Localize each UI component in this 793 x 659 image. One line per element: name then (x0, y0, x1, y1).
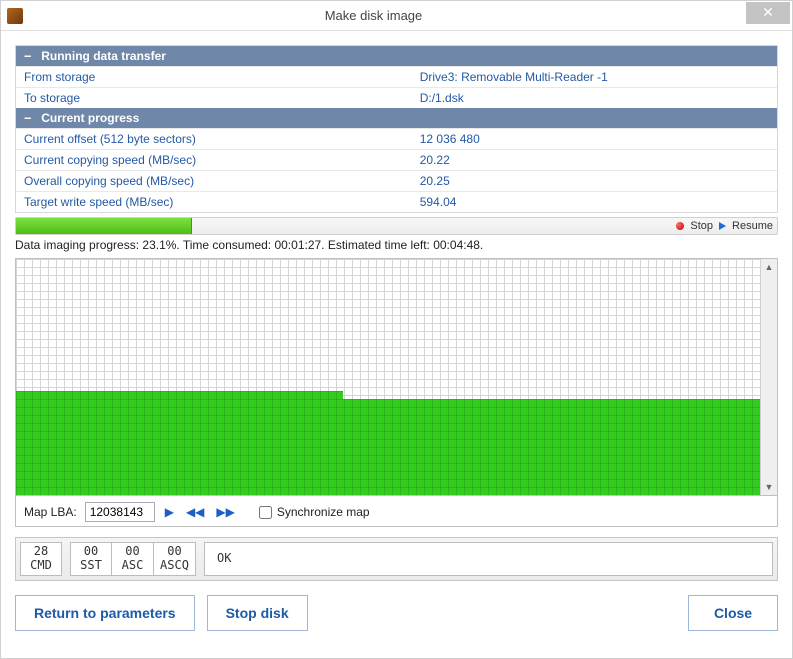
map-read-region (16, 399, 760, 495)
progress-bar: Stop Resume (15, 217, 778, 235)
from-storage-value: Drive3: Removable Multi-Reader -1 (412, 67, 777, 88)
overall-speed-label: Overall copying speed (MB/sec) (16, 171, 412, 192)
asc-label: ASC (116, 559, 149, 573)
stop-disk-button[interactable]: Stop disk (207, 595, 308, 631)
window-close-button[interactable]: ✕ (746, 2, 790, 24)
ascq-value: 00 (158, 545, 191, 559)
row-overall-speed: Overall copying speed (MB/sec) 20.25 (16, 171, 777, 192)
current-speed-label: Current copying speed (MB/sec) (16, 150, 412, 171)
asc-cell: 00 ASC (112, 542, 154, 576)
progress-fill (16, 218, 192, 234)
target-speed-label: Target write speed (MB/sec) (16, 192, 412, 213)
map-scrollbar[interactable]: ▲ ▼ (760, 259, 777, 495)
map-lba-input[interactable] (85, 502, 155, 522)
map-play-button[interactable]: ▶ (163, 505, 176, 519)
status-line: Data imaging progress: 23.1%. Time consu… (15, 238, 778, 252)
row-to-storage: To storage D:/1.dsk (16, 88, 777, 109)
scsi-status-row: 28 CMD 00 SST 00 ASC 00 ASCQ OK (15, 537, 778, 581)
row-current-speed: Current copying speed (MB/sec) 20.22 (16, 150, 777, 171)
map-forward-button[interactable]: ▶▶ (214, 505, 236, 519)
sector-map: ▲ ▼ (15, 258, 778, 496)
section-header-transfer[interactable]: − Running data transfer (16, 46, 777, 66)
map-rewind-button[interactable]: ◀◀ (184, 505, 206, 519)
transfer-table: From storage Drive3: Removable Multi-Rea… (16, 66, 777, 108)
scroll-up-icon[interactable]: ▲ (761, 259, 777, 275)
ascq-cell: 00 ASCQ (154, 542, 196, 576)
info-panel: − Running data transfer From storage Dri… (15, 45, 778, 213)
cmd-label: CMD (25, 559, 57, 573)
map-lba-label: Map LBA: (24, 505, 77, 519)
stop-button[interactable]: Stop (690, 220, 713, 232)
synchronize-map-label: Synchronize map (277, 505, 370, 519)
scroll-down-icon[interactable]: ▼ (761, 479, 777, 495)
overall-speed-value: 20.25 (412, 171, 777, 192)
current-offset-value: 12 036 480 (412, 129, 777, 150)
current-speed-value: 20.22 (412, 150, 777, 171)
map-controls: Map LBA: ▶ ◀◀ ▶▶ Synchronize map (15, 496, 778, 527)
from-storage-label: From storage (16, 67, 412, 88)
cmd-value: 28 (25, 545, 57, 559)
row-current-offset: Current offset (512 byte sectors) 12 036… (16, 129, 777, 150)
row-from-storage: From storage Drive3: Removable Multi-Rea… (16, 67, 777, 88)
section-title-progress: Current progress (41, 111, 139, 125)
synchronize-map-checkbox[interactable]: Synchronize map (259, 505, 370, 519)
play-icon (719, 222, 726, 230)
sst-value: 00 (75, 545, 107, 559)
sst-label: SST (75, 559, 107, 573)
window-title: Make disk image (1, 8, 746, 23)
result-value: OK (217, 552, 231, 566)
collapse-icon: − (24, 49, 31, 63)
ascq-label: ASCQ (158, 559, 191, 573)
current-offset-label: Current offset (512 byte sectors) (16, 129, 412, 150)
section-header-progress[interactable]: − Current progress (16, 108, 777, 128)
close-icon: ✕ (762, 4, 774, 21)
asc-value: 00 (116, 545, 149, 559)
titlebar: Make disk image ✕ (1, 1, 792, 31)
result-cell: OK (204, 542, 773, 576)
collapse-icon: − (24, 111, 31, 125)
resume-button[interactable]: Resume (732, 220, 773, 232)
synchronize-map-input[interactable] (259, 506, 272, 519)
sense-cells: 00 SST 00 ASC 00 ASCQ (70, 542, 196, 576)
section-title-transfer: Running data transfer (41, 49, 166, 63)
to-storage-label: To storage (16, 88, 412, 109)
map-read-region-partial (16, 391, 343, 399)
content-area: − Running data transfer From storage Dri… (1, 31, 792, 641)
sst-cell: 00 SST (70, 542, 112, 576)
stop-icon (676, 222, 684, 230)
bottom-button-row: Return to parameters Stop disk Close (15, 595, 778, 631)
target-speed-value: 594.04 (412, 192, 777, 213)
to-storage-value: D:/1.dsk (412, 88, 777, 109)
return-to-parameters-button[interactable]: Return to parameters (15, 595, 195, 631)
close-button[interactable]: Close (688, 595, 778, 631)
cmd-cell: 28 CMD (20, 542, 62, 576)
progress-table: Current offset (512 byte sectors) 12 036… (16, 128, 777, 212)
row-target-speed: Target write speed (MB/sec) 594.04 (16, 192, 777, 213)
sector-map-grid[interactable] (16, 259, 760, 495)
